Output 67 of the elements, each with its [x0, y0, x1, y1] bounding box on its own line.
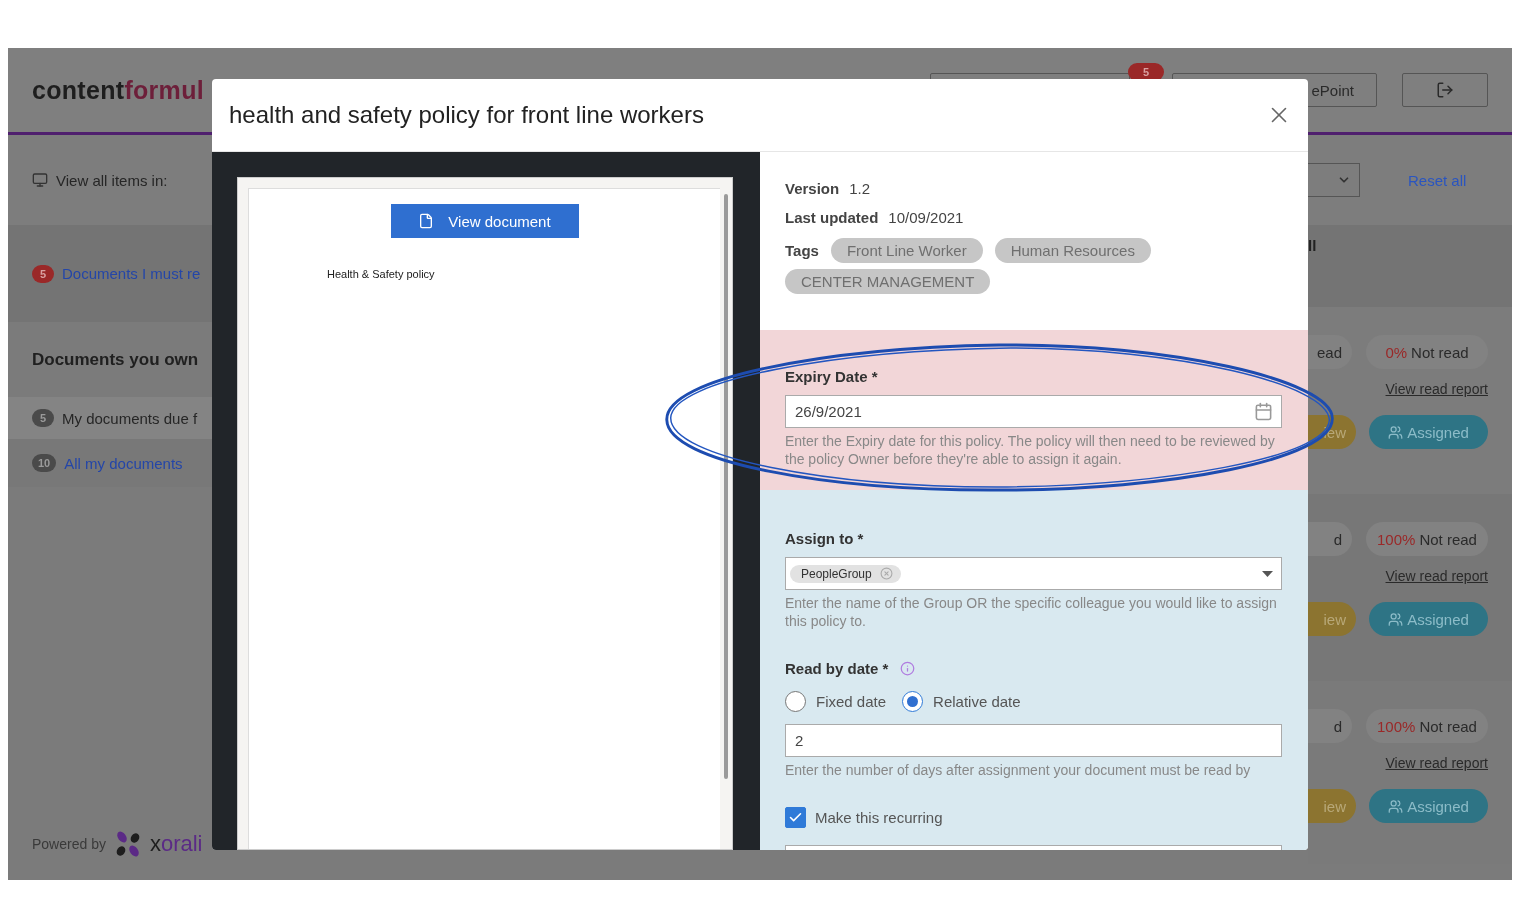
- tag: CENTER MANAGEMENT: [785, 269, 991, 294]
- assigned-button[interactable]: Assigned: [1369, 602, 1488, 636]
- nav-label: My documents due f: [62, 409, 198, 427]
- dialog-title: health and safety policy for front line workers: [229, 101, 704, 129]
- exit-icon: [1436, 81, 1454, 99]
- assign-to-field[interactable]: PeopleGroup: [785, 557, 1282, 590]
- radio-button[interactable]: [785, 691, 806, 712]
- assigned-button[interactable]: Assigned: [1369, 789, 1488, 823]
- column-heading: ll: [1308, 237, 1318, 254]
- nav-item[interactable]: 5 My documents due f: [8, 397, 212, 439]
- help-text: Enter the Expiry date for this policy. The policy will then need to be reviewed by the policy Owner before they're able to assign it again.: [785, 432, 1276, 468]
- detail-value: 1.2: [849, 180, 871, 197]
- field-label: Read by date *: [785, 660, 889, 677]
- expiry-date-field[interactable]: 26/9/2021: [785, 395, 1282, 428]
- checkbox[interactable]: [785, 807, 806, 828]
- detail-value: 10/09/2021: [888, 209, 964, 226]
- read-status-pill: d: [1308, 709, 1352, 743]
- scrollbar-thumb[interactable]: [724, 194, 728, 779]
- review-button[interactable]: iew: [1308, 602, 1356, 636]
- radio-option[interactable]: Fixed date: [785, 691, 887, 712]
- count-badge: 5: [32, 409, 54, 427]
- people-chip[interactable]: PeopleGroup: [790, 564, 901, 583]
- people-icon: [1388, 424, 1404, 440]
- tags-label: Tags: [785, 242, 819, 259]
- view-read-report-link[interactable]: View read report: [1385, 568, 1488, 584]
- filter-label: View all items in:: [56, 171, 168, 189]
- field-label: Assign to *: [785, 530, 865, 547]
- count-badge: 5: [32, 264, 54, 283]
- detail-label: Version: [785, 180, 840, 197]
- radio-button[interactable]: [902, 691, 924, 712]
- monitor-icon: [32, 172, 48, 188]
- brand-name: xorali: [149, 831, 203, 857]
- not-read-pill: 100% Not read: [1366, 709, 1488, 743]
- read-status-pill: ead: [1308, 335, 1352, 369]
- powered-by-text: Powered by: [32, 836, 106, 852]
- not-read-pill: 0% Not read: [1366, 335, 1488, 369]
- info-icon[interactable]: [900, 661, 916, 676]
- recurring-option[interactable]: Make this recurring: [785, 807, 1282, 828]
- view-read-report-link[interactable]: View read report: [1385, 381, 1488, 397]
- exit-button[interactable]: [1402, 73, 1488, 107]
- detail-label: Last updated: [785, 209, 879, 226]
- logo: contentformul: [32, 75, 204, 105]
- tag: Human Resources: [994, 238, 1151, 263]
- assigned-button[interactable]: Assigned: [1369, 415, 1488, 449]
- not-read-pill: 100% Not read: [1366, 522, 1488, 556]
- review-button[interactable]: iew: [1308, 789, 1356, 823]
- nav-link: All my documents: [64, 454, 183, 472]
- tag: Front Line Worker: [830, 238, 983, 263]
- days-field[interactable]: 2: [785, 724, 1282, 757]
- remove-icon[interactable]: [879, 567, 893, 580]
- people-icon: [1388, 798, 1404, 814]
- help-text: Enter the name of the Group OR the specific colleague you would like to assign this policy to.: [785, 594, 1278, 630]
- must-read-link[interactable]: 5 Documents I must re: [8, 225, 212, 322]
- file-icon: [418, 213, 435, 229]
- document-title: Health & Safety policy: [327, 268, 436, 280]
- view-document-button[interactable]: View document: [390, 204, 579, 238]
- dropdown-caret-icon: [1262, 570, 1273, 577]
- field-label: Expiry Date *: [785, 368, 879, 385]
- count-badge: 10: [32, 454, 57, 472]
- section-heading: Documents you own: [32, 349, 199, 370]
- help-text: Enter the number of days after assignment your document must be read by: [785, 761, 1252, 779]
- view-read-report-link[interactable]: View read report: [1385, 755, 1488, 771]
- nav-link: Documents I must re: [62, 265, 201, 282]
- read-status-pill: d: [1308, 522, 1352, 556]
- radio-option[interactable]: Relative date: [902, 691, 1021, 712]
- people-icon: [1388, 611, 1404, 627]
- calendar-icon: [1254, 402, 1273, 421]
